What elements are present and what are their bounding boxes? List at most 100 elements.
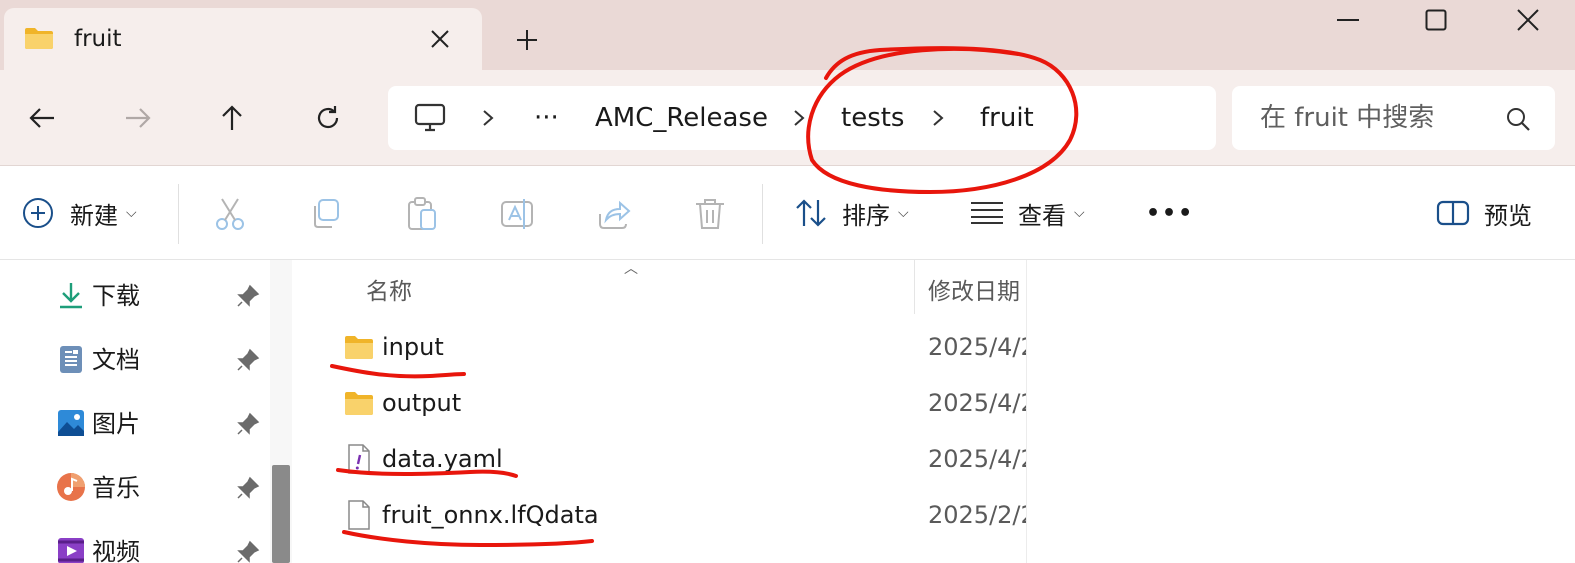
sidebar-item-label: 图片 [92, 410, 140, 438]
file-row-fruit-onnx[interactable]: fruit_onnx.lfQdata 2025/2/2 [302, 488, 1026, 544]
rename-icon[interactable] [500, 196, 536, 232]
chevron-down-icon: ⌵ [898, 205, 909, 221]
breadcrumb-fruit[interactable]: fruit [980, 86, 1034, 150]
search-icon[interactable] [1505, 106, 1531, 132]
refresh-button[interactable] [306, 96, 350, 140]
plus-icon [517, 30, 537, 50]
close-tab-button[interactable] [422, 21, 458, 57]
command-toolbar: 新建 ⌵ 排序 ⌵ 查看 ⌵ ••• 预览 [0, 166, 1575, 260]
forward-button[interactable] [116, 96, 160, 140]
breadcrumb-amc-release[interactable]: AMC_Release [595, 86, 768, 150]
sidebar-item-videos[interactable]: 视频 [0, 524, 265, 563]
folder-icon [345, 336, 373, 359]
generic-file-icon [348, 500, 370, 530]
chevron-down-icon: ⌵ [1074, 205, 1085, 221]
folder-icon [25, 28, 53, 49]
sidebar-item-downloads[interactable]: 下载 [0, 268, 265, 324]
breadcrumb-overflow[interactable]: ··· [534, 86, 559, 150]
pin-icon[interactable] [236, 540, 260, 563]
share-icon[interactable] [596, 196, 632, 232]
sort-ascending-icon: ︿ [624, 261, 638, 277]
preview-label: 预览 [1484, 201, 1532, 230]
breadcrumb-separator[interactable] [793, 86, 805, 150]
close-window-button[interactable] [1500, 0, 1556, 40]
close-icon [1517, 9, 1539, 31]
chevron-right-icon [933, 110, 944, 126]
tab-fruit[interactable]: fruit [4, 8, 482, 70]
file-date: 2025/2/2 [928, 501, 1026, 529]
sort-label: 排序 [842, 201, 890, 230]
file-name: data.yaml [382, 445, 503, 473]
delete-icon[interactable] [692, 196, 728, 232]
file-date: 2025/4/2 [928, 333, 1026, 361]
minimize-icon [1337, 19, 1359, 21]
breadcrumb-separator[interactable] [482, 86, 494, 150]
arrow-left-icon [29, 108, 54, 128]
videos-icon [58, 538, 84, 563]
search-box[interactable]: 在 fruit 中搜索 [1232, 86, 1555, 150]
paste-icon[interactable] [404, 196, 440, 232]
chevron-down-icon: ⌵ [126, 205, 137, 221]
pin-icon[interactable] [236, 284, 260, 308]
documents-icon [60, 346, 82, 373]
more-options-button[interactable]: ••• [1146, 166, 1194, 260]
file-row-input[interactable]: input 2025/4/2 [302, 320, 1026, 376]
sidebar-item-music[interactable]: 音乐 [0, 460, 265, 516]
view-button[interactable]: 查看 ⌵ [970, 166, 1085, 260]
tab-title: fruit [74, 26, 122, 52]
column-header-name[interactable]: 名称 [366, 272, 412, 306]
file-date: 2025/4/2 [928, 445, 1026, 473]
copy-icon[interactable] [308, 196, 344, 232]
pin-icon[interactable] [236, 348, 260, 372]
computer-icon [414, 103, 446, 132]
new-tab-button[interactable] [505, 20, 549, 60]
preview-button[interactable]: 预览 [1436, 166, 1532, 260]
new-label: 新建 [70, 201, 118, 230]
maximize-button[interactable] [1408, 0, 1464, 40]
pin-icon[interactable] [236, 476, 260, 500]
download-icon [60, 283, 82, 309]
chevron-right-icon [483, 110, 494, 126]
file-name: fruit_onnx.lfQdata [382, 501, 599, 529]
column-divider [1026, 260, 1027, 563]
sidebar-item-pictures[interactable]: 图片 [0, 396, 265, 452]
close-icon [431, 30, 449, 48]
navigation-bar: ··· AMC_Release tests fruit 在 fruit 中搜索 [0, 70, 1575, 166]
back-button[interactable] [20, 96, 64, 140]
yaml-file-icon [348, 444, 370, 474]
sidebar-item-label: 下载 [92, 282, 140, 310]
address-bar[interactable]: ··· AMC_Release tests fruit [388, 86, 1216, 150]
computer-crumb[interactable] [414, 86, 446, 150]
view-label: 查看 [1018, 201, 1066, 230]
arrow-up-icon [222, 105, 242, 130]
file-row-output[interactable]: output 2025/4/2 [302, 376, 1026, 432]
arrow-right-icon [126, 108, 151, 128]
view-list-icon [971, 202, 1003, 224]
file-list: ︿ 名称 修改日期 input 2025/4/2 output 2025/4/2… [302, 260, 1575, 563]
breadcrumb-separator[interactable] [932, 86, 944, 150]
search-placeholder[interactable]: 在 fruit 中搜索 [1260, 86, 1434, 150]
navigation-pane: 下载 文档 图片 音乐 视频 [0, 260, 300, 563]
up-button[interactable] [210, 96, 254, 140]
toolbar-divider [178, 184, 179, 244]
sidebar-item-label: 音乐 [92, 474, 140, 502]
sort-button[interactable]: 排序 ⌵ [794, 166, 909, 260]
breadcrumb-tests[interactable]: tests [841, 86, 904, 150]
pictures-icon [58, 410, 84, 436]
refresh-icon [317, 106, 339, 129]
title-bar: fruit [0, 0, 1575, 70]
sidebar-item-documents[interactable]: 文档 [0, 332, 265, 388]
column-divider[interactable] [914, 260, 915, 314]
minimize-button[interactable] [1320, 0, 1376, 40]
sidebar-scrollbar-thumb[interactable] [272, 465, 290, 563]
cut-icon[interactable] [212, 196, 248, 232]
new-button[interactable]: 新建 ⌵ [22, 166, 137, 260]
chevron-right-icon [794, 110, 805, 126]
sort-icon [796, 199, 826, 227]
pin-icon[interactable] [236, 412, 260, 436]
file-row-data-yaml[interactable]: data.yaml 2025/4/2 [302, 432, 1026, 488]
file-name: input [382, 333, 444, 361]
music-icon [57, 473, 85, 501]
file-name: output [382, 389, 462, 417]
column-header-date[interactable]: 修改日期 [928, 272, 1026, 306]
